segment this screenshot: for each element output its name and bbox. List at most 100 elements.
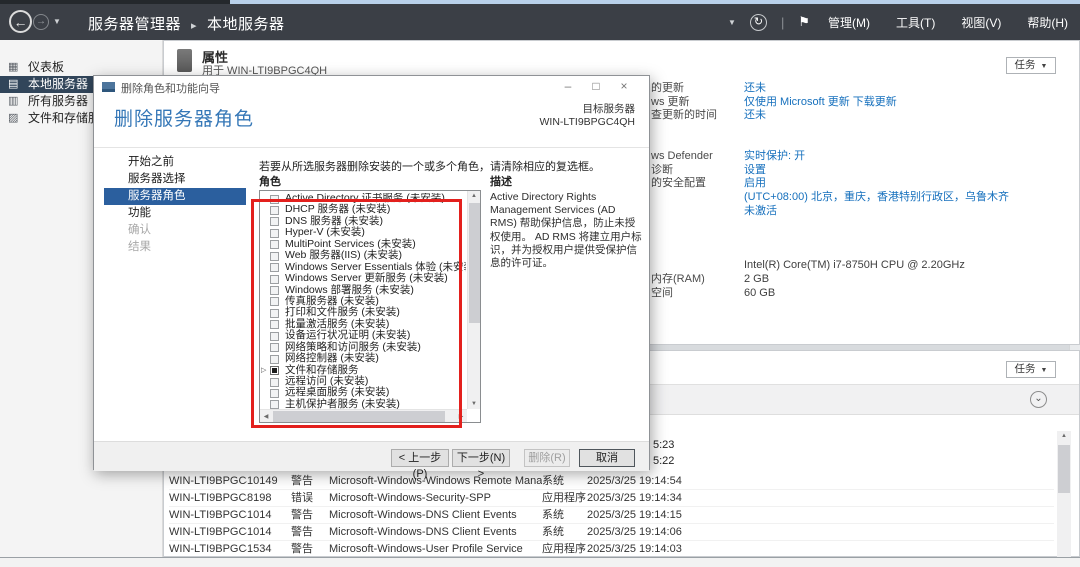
- roles-horizontal-scrollbar[interactable]: ◀ ▶: [260, 409, 467, 422]
- role-checkbox[interactable]: [270, 309, 279, 318]
- role-checkbox[interactable]: [270, 229, 279, 238]
- next-button[interactable]: 下一步(N) >: [452, 449, 510, 467]
- sidebar-item[interactable]: ▦ 仪表板: [0, 59, 162, 76]
- dialog-titlebar[interactable]: 删除角色和功能向导 – □ ×: [94, 76, 649, 97]
- property-value[interactable]: 60 GB: [744, 287, 775, 301]
- flag-icon[interactable]: ⚑: [798, 14, 810, 30]
- role-checkbox[interactable]: [270, 343, 279, 352]
- role-row[interactable]: ▷ 主机保护者服务 (未安装): [260, 399, 466, 409]
- scroll-up-icon[interactable]: ▲: [1057, 433, 1071, 439]
- event-row[interactable]: WIN-LTI9BPGC4QH 1534 警告 Microsoft-Window…: [169, 541, 1054, 558]
- wizard-step[interactable]: 功能: [104, 205, 246, 222]
- wizard-step[interactable]: 结果: [104, 239, 246, 256]
- wizard-step[interactable]: 服务器选择: [104, 171, 246, 188]
- property-label: [651, 191, 744, 205]
- notifications-dropdown-icon[interactable]: ▼: [728, 18, 736, 27]
- nav-dropdown-icon[interactable]: ▼: [53, 17, 61, 26]
- property-row: [651, 232, 1076, 246]
- menubar-item[interactable]: 管理(M): [824, 14, 874, 31]
- close-icon[interactable]: ×: [613, 79, 635, 93]
- role-checkbox[interactable]: [270, 389, 279, 398]
- wizard-step[interactable]: 开始之前: [104, 154, 246, 171]
- back-button[interactable]: ←: [9, 10, 32, 33]
- events-scrollbar-thumb[interactable]: [1058, 445, 1070, 493]
- role-checkbox[interactable]: [270, 252, 279, 261]
- cancel-button[interactable]: 取消: [579, 449, 635, 467]
- event-row[interactable]: WIN-LTI9BPGC4QH 8198 错误 Microsoft-Window…: [169, 490, 1054, 507]
- roles-scrollbar-thumb[interactable]: [469, 203, 480, 323]
- minimize-icon[interactable]: –: [557, 79, 579, 93]
- property-value[interactable]: 2 GB: [744, 273, 769, 287]
- role-checkbox[interactable]: [270, 355, 279, 364]
- role-label: 文件和存储服务: [285, 364, 359, 376]
- refresh-icon[interactable]: ↻: [750, 14, 767, 31]
- collapse-chevron-icon[interactable]: ⌄: [1030, 391, 1047, 408]
- remove-roles-wizard-dialog: 删除角色和功能向导 – □ × 删除服务器角色 目标服务器 WIN-LTI9BP…: [93, 75, 650, 470]
- scroll-up-icon[interactable]: ▲: [468, 193, 480, 199]
- menubar-item[interactable]: 工具(T): [892, 14, 939, 31]
- property-value[interactable]: 仅使用 Microsoft 更新 下载更新: [744, 96, 897, 110]
- event-id: 1014: [247, 524, 291, 540]
- property-value[interactable]: 实时保护: 开: [744, 150, 805, 164]
- breadcrumb-root[interactable]: 服务器管理器: [88, 16, 181, 33]
- property-value[interactable]: 还未: [744, 109, 766, 123]
- role-checkbox[interactable]: [270, 240, 279, 249]
- previous-button[interactable]: < 上一步(P): [391, 449, 449, 467]
- property-label: [651, 246, 744, 260]
- property-value[interactable]: (UTC+08:00) 北京，重庆，香港特别行政区，乌鲁木齐: [744, 191, 1009, 205]
- event-time-fragment: 5:22: [653, 455, 674, 467]
- role-checkbox[interactable]: [270, 217, 279, 226]
- expand-arrow-icon[interactable]: ▷: [261, 365, 266, 376]
- property-value[interactable]: 未激活: [744, 205, 777, 219]
- wizard-step[interactable]: 确认: [104, 222, 246, 239]
- property-value[interactable]: 设置: [744, 164, 766, 178]
- property-value[interactable]: 启用: [744, 177, 766, 191]
- event-row[interactable]: WIN-LTI9BPGC4QH 10149 警告 Microsoft-Windo…: [169, 473, 1054, 490]
- role-checkbox[interactable]: [270, 320, 279, 329]
- all-servers-icon: ▥: [8, 93, 18, 110]
- event-server: WIN-LTI9BPGC4QH: [169, 507, 247, 523]
- event-time: 2025/3/25 19:14:34: [587, 490, 717, 506]
- event-source: Microsoft-Windows-DNS Client Events: [329, 524, 542, 540]
- menubar-item[interactable]: 视图(V): [957, 14, 1005, 31]
- role-checkbox[interactable]: [270, 332, 279, 341]
- property-label: 查更新的时间: [651, 109, 744, 123]
- role-checkbox[interactable]: [270, 297, 279, 306]
- sidebar-item-label: 所有服务器: [28, 94, 88, 108]
- remove-button[interactable]: 删除(R): [524, 449, 570, 467]
- event-row[interactable]: WIN-LTI9BPGC4QH 1014 警告 Microsoft-Window…: [169, 524, 1054, 541]
- scroll-down-icon[interactable]: ▼: [468, 401, 480, 407]
- chevron-down-icon: ▼: [1041, 367, 1048, 374]
- scroll-left-icon[interactable]: ◀: [262, 413, 270, 420]
- role-checkbox[interactable]: [270, 366, 279, 375]
- target-server-label: 目标服务器: [540, 103, 635, 116]
- menubar-item[interactable]: 帮助(H): [1023, 14, 1072, 31]
- scroll-right-icon[interactable]: ▶: [457, 413, 465, 420]
- roles-hscrollbar-thumb[interactable]: [273, 411, 445, 422]
- role-checkbox[interactable]: [270, 206, 279, 215]
- property-value[interactable]: 还未: [744, 82, 766, 96]
- maximize-icon[interactable]: □: [585, 79, 607, 93]
- properties-tasks-button[interactable]: 任务▼: [1006, 57, 1056, 74]
- role-checkbox[interactable]: [270, 400, 279, 409]
- dialog-title: 删除角色和功能向导: [121, 80, 220, 96]
- role-label: 网络控制器 (未安装): [285, 352, 379, 364]
- roles-vertical-scrollbar[interactable]: ▲ ▼: [467, 191, 480, 409]
- role-checkbox[interactable]: [270, 378, 279, 387]
- dialog-footer: < 上一步(P) 下一步(N) > 删除(R) 取消: [94, 441, 649, 471]
- property-value[interactable]: Intel(R) Core(TM) i7-8750H CPU @ 2.20GHz: [744, 259, 965, 273]
- property-row: ws 更新 仅使用 Microsoft 更新 下载更新: [651, 96, 1076, 110]
- role-checkbox[interactable]: [270, 286, 279, 295]
- event-server: WIN-LTI9BPGC4QH: [169, 490, 247, 506]
- wizard-step[interactable]: 服务器角色: [104, 188, 246, 205]
- role-checkbox[interactable]: [270, 263, 279, 272]
- event-log: 应用程序: [542, 490, 587, 506]
- events-scrollbar[interactable]: ▲: [1057, 431, 1071, 557]
- forward-button[interactable]: →: [33, 14, 49, 30]
- events-tasks-button[interactable]: 任务▼: [1006, 361, 1056, 378]
- property-label: 诊断: [651, 164, 744, 178]
- role-checkbox[interactable]: [270, 275, 279, 284]
- role-checkbox[interactable]: [270, 195, 279, 204]
- event-row[interactable]: WIN-LTI9BPGC4QH 1014 警告 Microsoft-Window…: [169, 507, 1054, 524]
- property-label: ws Defender: [651, 150, 744, 164]
